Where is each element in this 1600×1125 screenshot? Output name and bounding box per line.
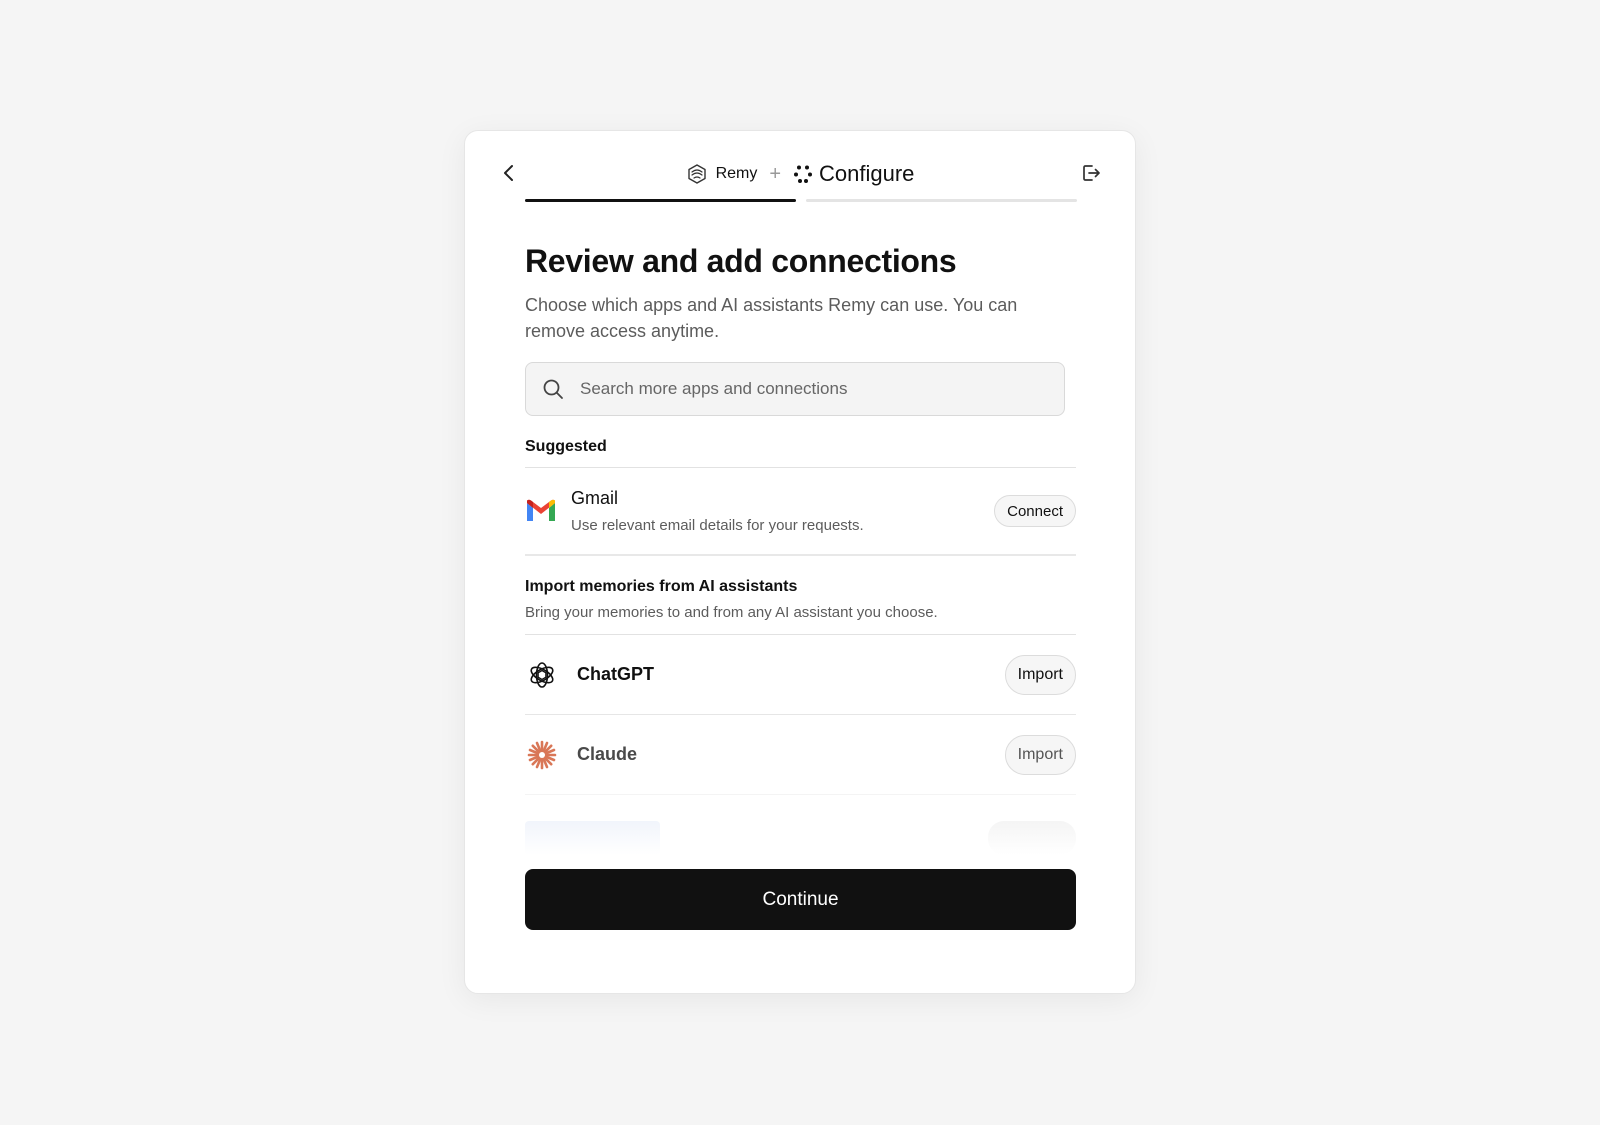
step-title: Configure [819, 161, 915, 186]
app-description: Use relevant email details for your requ… [571, 517, 864, 534]
page-subtitle: Choose which apps and AI assistants Remy… [525, 295, 1018, 341]
header-brand: Remy + Configure [465, 159, 1135, 189]
import-section-header: Import memories from AI assistants Bring… [525, 578, 1076, 635]
exit-button[interactable] [1077, 159, 1105, 187]
faded-row-name [525, 821, 660, 855]
remy-logo-icon [687, 164, 706, 184]
import-claude-button[interactable]: Import [1004, 734, 1076, 775]
claude-icon [527, 740, 557, 769]
chatgpt-icon [530, 661, 554, 688]
search-box [525, 362, 1065, 416]
app-name: Gmail [571, 488, 619, 508]
app-row-gmail: Gmail Use relevant email details for you… [525, 468, 1076, 556]
import-chatgpt-button[interactable]: Import [1004, 654, 1076, 695]
plus-sign: + [769, 163, 782, 185]
connections-dialog: Remy + Configure Review and add connecti… [464, 130, 1136, 994]
claude-logo [525, 738, 559, 772]
connect-gmail-button[interactable]: Connect [994, 495, 1076, 527]
configure-dots-icon [794, 165, 813, 183]
ai-name: Claude [577, 744, 638, 764]
ai-row-chatgpt: ChatGPT Import [525, 635, 1076, 715]
exit-icon [1083, 165, 1100, 181]
suggested-label: Suggested [525, 438, 1076, 468]
ai-row-claude: Claude Import [525, 715, 1076, 795]
main-content: Review and add connections Choose which … [525, 243, 1076, 795]
continue-button[interactable]: Continue [525, 869, 1076, 930]
remy-brand: Remy [686, 163, 758, 185]
page-title: Review and add connections [525, 243, 957, 279]
gmail-icon [527, 499, 555, 521]
search-input[interactable] [578, 378, 1042, 400]
ai-name: ChatGPT [577, 664, 655, 684]
faded-row-button [988, 821, 1076, 855]
configure-step: Configure [793, 161, 914, 187]
gmail-logo [525, 495, 557, 527]
import-description: Bring your memories to and from any AI a… [525, 604, 938, 621]
progress-complete [525, 199, 796, 202]
brand-name: Remy [715, 165, 758, 182]
scroll-fade [525, 821, 1076, 855]
search-icon [543, 379, 563, 399]
import-title: Import memories from AI assistants [525, 578, 798, 595]
chatgpt-logo [525, 658, 559, 692]
progress-remaining [806, 199, 1077, 202]
step-progress [525, 199, 1077, 202]
